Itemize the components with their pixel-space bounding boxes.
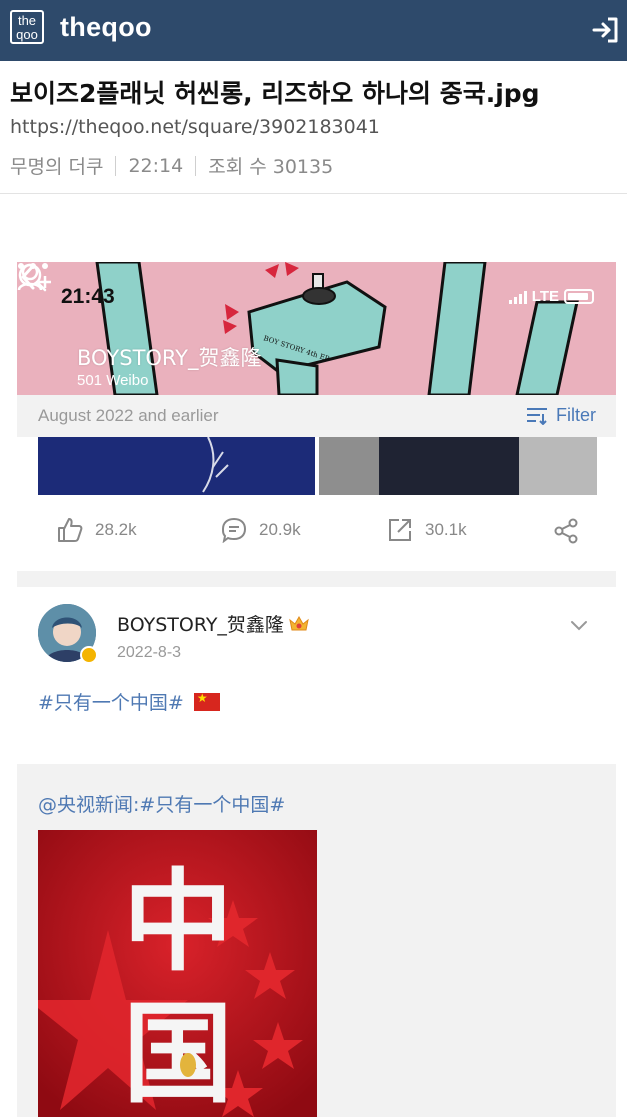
hashtag-text: #只有一个中国# <box>38 692 184 714</box>
comment-count: 20.9k <box>259 520 301 539</box>
post-author: 무명의 더쿠 <box>10 156 104 178</box>
comment-icon <box>221 517 247 543</box>
top-bar: the qoo theqoo <box>0 0 627 61</box>
filter-date-range: August 2022 and earlier <box>38 406 219 425</box>
logo-text-line1: the <box>17 13 37 28</box>
login-arrow-icon[interactable] <box>591 15 621 45</box>
network-type: LTE <box>531 288 559 305</box>
feed-separator <box>17 571 616 587</box>
weibo-screenshot-image: BOY STORY 4th EP 21:43 LTE BOYSTORY_贺鑫隆 … <box>17 262 616 1117</box>
filter-label: Filter <box>556 405 596 425</box>
post-views: 조회 수 30135 <box>208 156 334 178</box>
china-flag-icon <box>193 691 220 711</box>
logo-text-line2: qoo <box>16 27 38 42</box>
post-time: 22:14 <box>128 154 184 177</box>
filter-button[interactable]: Filter <box>526 405 596 426</box>
repost-image[interactable]: 中 国 <box>38 830 317 1117</box>
status-bar-indicators: LTE <box>508 288 594 305</box>
post-action-bar: 28.2k 20.9k 30.1k <box>17 512 616 552</box>
weibo-date: 2022-8-3 <box>117 644 182 661</box>
meta-divider <box>115 155 117 176</box>
repost-icon <box>389 519 411 541</box>
repost-card[interactable]: @央视新闻:#只有一个中国# 中 国 <box>17 764 616 1117</box>
weibo-author[interactable]: BOYSTORY_贺鑫隆 <box>117 610 310 637</box>
repost-text[interactable]: @央视新闻:#只有一个中国# <box>38 790 285 817</box>
status-bar-time: 21:43 <box>61 285 115 308</box>
profile-weibo-count: 501 Weibo <box>77 372 149 389</box>
post-meta: 무명의 더쿠 22:14 조회 수 30135 <box>10 152 333 179</box>
poster-char-2: 国 <box>123 989 233 1117</box>
chevron-down-icon[interactable] <box>570 620 588 632</box>
photo-thumbnail[interactable] <box>319 437 597 495</box>
profile-name: BOYSTORY_贺鑫隆 <box>77 346 262 370</box>
brand-name[interactable]: theqoo <box>60 12 152 43</box>
filter-bar: August 2022 and earlier Filter <box>17 395 616 437</box>
post-title: 보이즈2플래닛 허씬롱, 리즈하오 하나의 중국.jpg <box>10 79 540 108</box>
crown-icon <box>289 615 309 630</box>
post-url[interactable]: https://theqoo.net/square/3902183041 <box>10 116 380 138</box>
signal-strength-icon <box>508 290 527 304</box>
filter-icon <box>527 407 547 425</box>
profile-banner: BOY STORY 4th EP 21:43 LTE BOYSTORY_贺鑫隆 … <box>17 262 616 395</box>
like-count: 28.2k <box>95 520 137 539</box>
share-network-icon[interactable] <box>553 518 579 544</box>
poster-char-1: 中 <box>123 857 233 986</box>
theqoo-logo[interactable]: the qoo <box>10 10 44 44</box>
more-options-icon[interactable] <box>17 262 49 270</box>
photo-thumbnail[interactable] <box>38 437 315 495</box>
share-button[interactable]: 30.1k <box>387 517 467 543</box>
thumbs-up-icon <box>58 518 83 542</box>
meta-divider <box>195 155 197 176</box>
header-divider <box>0 193 627 194</box>
verified-badge-icon <box>80 646 98 664</box>
weibo-hashtag[interactable]: #只有一个中国# <box>38 688 220 715</box>
weibo-author-name: BOYSTORY_贺鑫隆 <box>117 614 284 636</box>
battery-icon <box>564 289 594 304</box>
share-count: 30.1k <box>425 520 467 539</box>
like-button[interactable]: 28.2k <box>57 517 137 543</box>
comment-button[interactable]: 20.9k <box>221 517 301 543</box>
